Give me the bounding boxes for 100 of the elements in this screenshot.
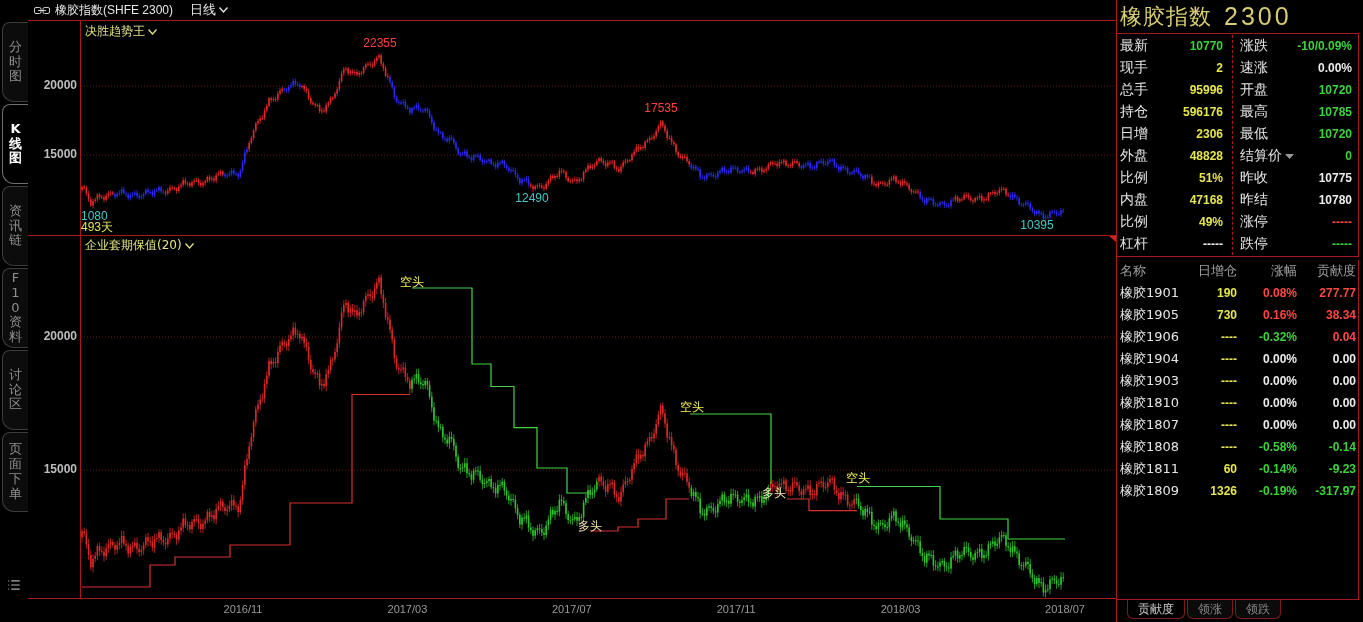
panel-tab[interactable]: 贡献度 bbox=[1127, 600, 1185, 619]
quote-value: 48828 bbox=[1189, 149, 1223, 163]
quote-label: 最低 bbox=[1240, 125, 1268, 143]
column-header: 名称 bbox=[1119, 262, 1147, 280]
quote-label: 杠杆 bbox=[1120, 235, 1148, 253]
y-axis-label: 20000 bbox=[43, 78, 77, 93]
indicator-dropdown[interactable]: 企业套期保值(20) bbox=[85, 237, 194, 254]
table-cell-text: -0.14% bbox=[1257, 461, 1298, 478]
date-label: 2016/11 bbox=[223, 602, 263, 615]
price-annotation: 493天 bbox=[81, 220, 114, 235]
table-cell-text: -0.19% bbox=[1257, 483, 1298, 500]
contract-name: 橡胶1901 bbox=[1119, 284, 1181, 302]
quote-label: 昨结 bbox=[1240, 191, 1268, 209]
quote-value: 0.00% bbox=[1317, 61, 1352, 75]
panel-tab[interactable]: 领涨 bbox=[1187, 600, 1233, 619]
contract-name: 橡胶1811 bbox=[1119, 460, 1181, 478]
table-cell-text: 0.00 bbox=[1331, 351, 1357, 368]
price-annotation: 12490 bbox=[515, 191, 549, 206]
quote-label: 昨收 bbox=[1240, 169, 1268, 187]
date-label: 2018/07 bbox=[1045, 602, 1085, 615]
table-cell-text: -0.58% bbox=[1257, 439, 1298, 456]
table-cell-text: 1326 bbox=[1209, 483, 1238, 500]
period-dropdown[interactable]: 日线 bbox=[188, 1, 231, 19]
signal-label: 空头 bbox=[680, 399, 704, 414]
instrument-name: 橡胶指数 bbox=[1120, 2, 1212, 31]
quote-label: 最新 bbox=[1120, 37, 1148, 55]
quote-label: 结算价 bbox=[1240, 147, 1282, 165]
price-annotation: 22355 bbox=[363, 36, 397, 51]
quote-label: 跌停 bbox=[1240, 235, 1268, 253]
side-tab[interactable]: 页面下单 bbox=[2, 432, 28, 512]
date-label: 2018/03 bbox=[880, 602, 921, 615]
menu-button[interactable] bbox=[7, 578, 21, 592]
side-tab[interactable]: 分时图 bbox=[2, 22, 28, 102]
y-axis-label: 15000 bbox=[43, 147, 77, 162]
quote-value: 10785 bbox=[1318, 105, 1352, 119]
table-cell-text: 0.00 bbox=[1331, 395, 1357, 412]
table-cell-text: 0.04 bbox=[1331, 329, 1357, 346]
quote-value: 10720 bbox=[1318, 83, 1352, 97]
table-cell-text: 277.77 bbox=[1318, 285, 1357, 302]
signal-label: 多头 bbox=[578, 518, 602, 533]
quote-label: 持仓 bbox=[1120, 103, 1148, 121]
table-cell-text: 0.16% bbox=[1261, 307, 1298, 324]
table-cell-text: ---- bbox=[1220, 439, 1238, 456]
quote-label: 开盘 bbox=[1240, 81, 1268, 99]
quote-value: 10770 bbox=[1189, 39, 1223, 53]
side-tab[interactable]: F10资料 bbox=[2, 268, 28, 348]
quote-value: 51% bbox=[1198, 171, 1223, 185]
quote-label: 总手 bbox=[1120, 81, 1148, 99]
table-cell-text: 0.08% bbox=[1261, 285, 1298, 302]
table-cell-text: 0.00% bbox=[1261, 373, 1298, 390]
y-axis-label: 20000 bbox=[43, 329, 77, 344]
quote-label: 涨跌 bbox=[1240, 37, 1268, 55]
quote-label: 现手 bbox=[1120, 59, 1148, 77]
date-label: 2017/07 bbox=[551, 602, 592, 615]
table-cell-text: 0.00 bbox=[1331, 417, 1357, 434]
contract-name: 橡胶1809 bbox=[1119, 482, 1181, 500]
indicator-dropdown[interactable]: 决胜趋势王 bbox=[85, 23, 157, 40]
quote-value: 0 bbox=[1345, 149, 1352, 163]
table-cell-text: 38.34 bbox=[1324, 307, 1357, 324]
table-cell-text: 730 bbox=[1215, 307, 1238, 324]
contract-name: 橡胶1810 bbox=[1119, 394, 1181, 412]
quote-label: 速涨 bbox=[1240, 59, 1268, 77]
quote-value: 10780 bbox=[1318, 193, 1352, 207]
table-cell-text: 0.00% bbox=[1261, 395, 1298, 412]
price-annotation: 10395 bbox=[1020, 218, 1054, 233]
table-cell-text: 0.00 bbox=[1331, 373, 1357, 390]
table-cell-text: -0.14 bbox=[1327, 439, 1357, 456]
quote-value: 596176 bbox=[1182, 105, 1223, 119]
quote-value: ----- bbox=[1203, 237, 1223, 251]
table-cell-text: ---- bbox=[1220, 351, 1238, 368]
column-header: 贡献度 bbox=[1316, 262, 1357, 280]
table-cell-text: ---- bbox=[1220, 395, 1238, 412]
caret-down-icon bbox=[1285, 153, 1294, 159]
side-tab[interactable]: K线图 bbox=[2, 104, 28, 184]
quote-value: 47168 bbox=[1189, 193, 1223, 207]
y-axis-label: 15000 bbox=[43, 462, 77, 477]
date-label: 2017/03 bbox=[387, 602, 428, 615]
table-cell-text: ---- bbox=[1220, 373, 1238, 390]
marker-icon bbox=[1109, 236, 1116, 242]
column-header: 日增仓 bbox=[1197, 262, 1238, 280]
contract-name: 橡胶1904 bbox=[1119, 350, 1181, 368]
table-cell-text: 190 bbox=[1215, 285, 1238, 302]
side-tab[interactable]: 资讯链 bbox=[2, 186, 28, 266]
quote-label: 比例 bbox=[1120, 213, 1148, 231]
quote-label: 涨停 bbox=[1240, 213, 1268, 231]
date-label: 2017/11 bbox=[716, 602, 756, 615]
quote-label: 比例 bbox=[1120, 169, 1148, 187]
table-cell-text: 60 bbox=[1222, 461, 1238, 478]
quote-value: 49% bbox=[1198, 215, 1223, 229]
table-cell-text: -317.97 bbox=[1314, 483, 1357, 500]
side-tab[interactable]: 讨论区 bbox=[2, 350, 28, 430]
panel-tab[interactable]: 领跌 bbox=[1235, 600, 1281, 619]
table-cell-text: ---- bbox=[1220, 329, 1238, 346]
table-cell-text: 0.00% bbox=[1261, 417, 1298, 434]
signal-label: 空头 bbox=[400, 274, 424, 289]
contract-name: 橡胶1808 bbox=[1119, 438, 1181, 456]
quote-value: 10720 bbox=[1318, 127, 1352, 141]
table-cell-text: 0.00% bbox=[1261, 351, 1298, 368]
contract-name: 橡胶1906 bbox=[1119, 328, 1181, 346]
contract-name: 橡胶1903 bbox=[1119, 372, 1181, 390]
